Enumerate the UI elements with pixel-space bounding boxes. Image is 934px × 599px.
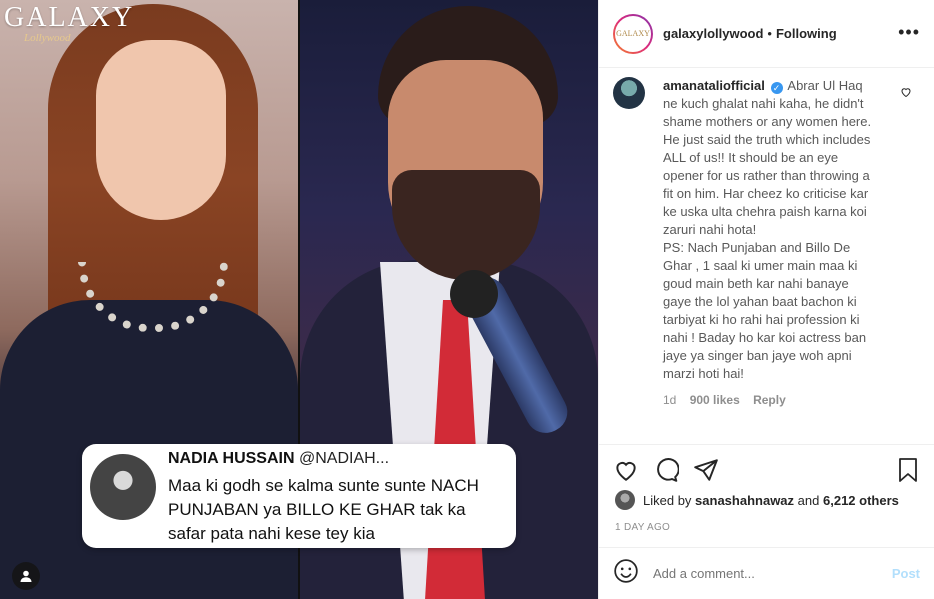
action-bar: [599, 444, 934, 494]
comment-age: 1d: [663, 393, 677, 407]
more-options-icon[interactable]: •••: [898, 22, 920, 43]
comment-meta: 1d 900 likes Reply: [663, 391, 879, 409]
likes-summary: Liked by sanashahnawaz and 6,212 others: [615, 490, 899, 510]
header-separator: •: [767, 26, 772, 41]
comment-likes[interactable]: 900 likes: [690, 393, 740, 407]
instagram-post: GALAXY Lollywood NADIA HUSSAIN @NADIAH..…: [0, 0, 934, 599]
comment-reply-button[interactable]: Reply: [753, 393, 786, 407]
account-avatar-text: GALAXY: [615, 15, 651, 52]
tweet-author: NADIA HUSSAIN @NADIAH...: [168, 450, 389, 468]
add-comment-input[interactable]: [653, 566, 892, 581]
post-comment-button[interactable]: Post: [892, 566, 920, 581]
comment-like-icon[interactable]: [900, 85, 912, 103]
galaxy-logo: GALAXY: [4, 2, 135, 33]
tweet-author-name: NADIA HUSSAIN: [168, 450, 295, 467]
tweet-card: NADIA HUSSAIN @NADIAH... Maa ki godh se …: [82, 444, 516, 548]
add-comment-bar: Post: [599, 547, 934, 599]
post-date: 1 DAY AGO: [615, 522, 671, 533]
likes-and: and: [797, 492, 820, 508]
verified-badge-icon: ✓: [770, 82, 783, 94]
microphone-head: [450, 270, 498, 318]
comments-section[interactable]: amanataliofficial ✓ Abrar Ul Haq ne kuch…: [599, 69, 934, 444]
woman-face: [96, 40, 226, 220]
liker-avatar[interactable]: [615, 490, 635, 510]
comment-item: amanataliofficial ✓ Abrar Ul Haq ne kuch…: [613, 77, 920, 409]
user-tag-icon[interactable]: [12, 562, 40, 590]
comment-avatar[interactable]: [613, 77, 645, 109]
post-header: GALAXY galaxylollywood • Following •••: [599, 0, 934, 68]
galaxy-logo-sub: Lollywood: [24, 32, 71, 44]
tweet-text: Maa ki godh se kalma sunte sunte NACH PU…: [168, 476, 479, 543]
following-button[interactable]: Following: [776, 26, 837, 41]
likes-prefix: Liked by: [643, 492, 692, 508]
post-media[interactable]: GALAXY Lollywood NADIA HUSSAIN @NADIAH..…: [0, 0, 598, 599]
post-side-panel: GALAXY galaxylollywood • Following ••• a…: [598, 0, 934, 599]
account-avatar[interactable]: GALAXY: [613, 13, 653, 54]
account-username[interactable]: galaxylollywood: [663, 26, 763, 41]
share-send-icon[interactable]: [693, 457, 719, 488]
tweet-handle: @NADIAH...: [298, 450, 390, 467]
likes-others[interactable]: 6,212 others: [823, 493, 899, 508]
emoji-smiley-icon[interactable]: [613, 558, 639, 589]
liker-username[interactable]: sanashahnawaz: [695, 493, 794, 508]
comment-bubble-icon[interactable]: [653, 457, 680, 488]
like-heart-icon[interactable]: [613, 457, 639, 488]
comment-text: Abrar Ul Haq ne kuch ghalat nahi kaha, h…: [663, 78, 872, 381]
comment-username[interactable]: amanataliofficial: [663, 78, 765, 93]
tweet-avatar: [90, 454, 156, 520]
comment-body: amanataliofficial ✓ Abrar Ul Haq ne kuch…: [663, 77, 879, 409]
save-bookmark-icon[interactable]: [896, 457, 920, 488]
